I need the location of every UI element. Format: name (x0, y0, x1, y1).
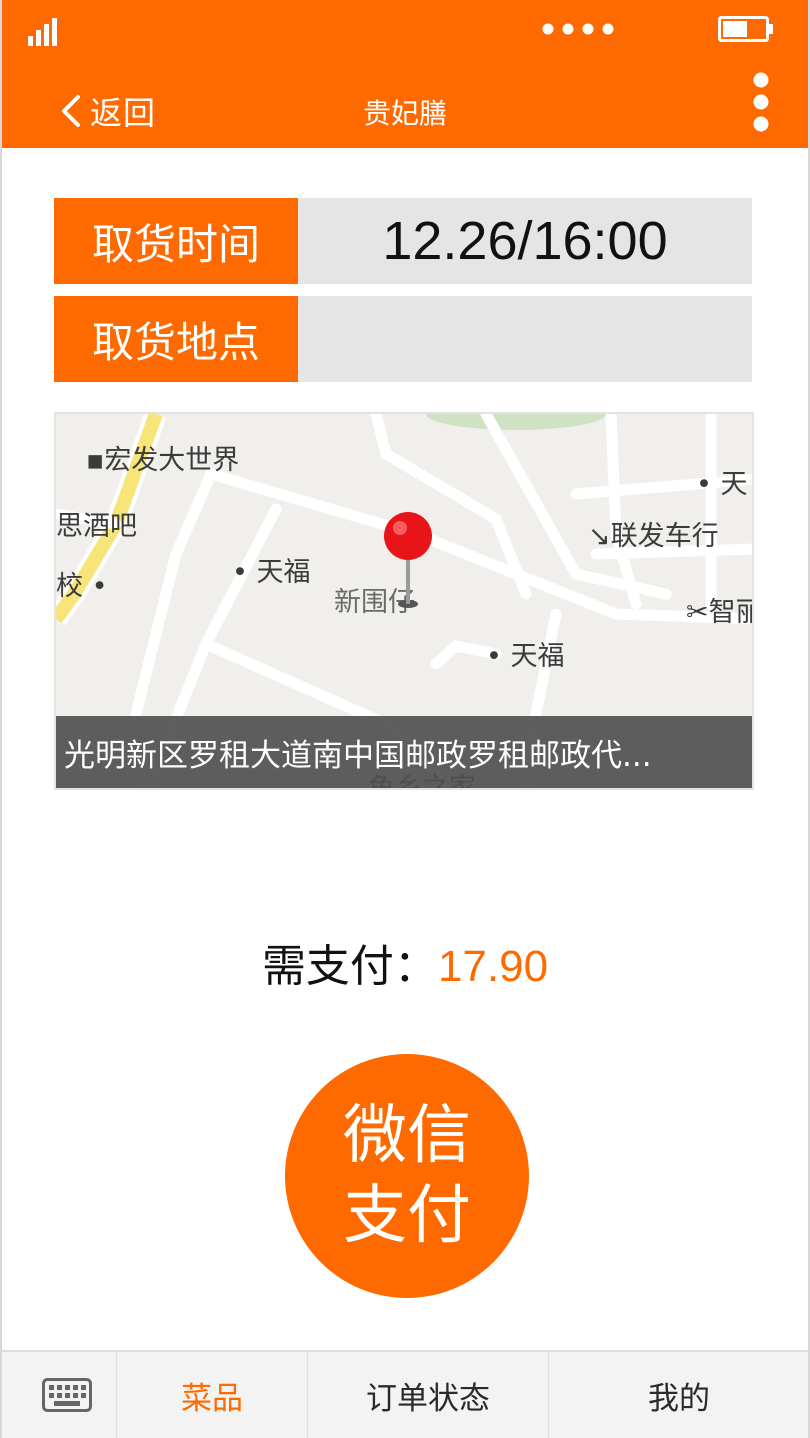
tab-order-status[interactable]: 订单状态 (308, 1352, 548, 1438)
map-poi-jiuba: 思酒吧 (56, 511, 137, 542)
battery-icon (718, 16, 773, 42)
payment-amount: 17.90 (437, 942, 549, 991)
carrier-dots-icon (542, 23, 614, 35)
map-poi-lianfa-text: 联发车行 (610, 521, 719, 552)
pickup-time-value[interactable]: 12.26/16:00 (298, 198, 752, 284)
map-poi-lianfa: ↘联发车行 (588, 521, 719, 552)
keyboard-icon[interactable] (42, 1378, 92, 1412)
map-poi-tianfu-1: • 天福 (232, 557, 311, 588)
wechat-pay-label: 微信 支付 (337, 1096, 477, 1256)
map-poi-tian: • 天 (696, 469, 748, 500)
wechat-pay-line2: 支付 (343, 1179, 471, 1253)
map-poi-jiao-text: 校 (56, 571, 83, 602)
wechat-pay-button[interactable]: 微信 支付 (285, 1054, 529, 1298)
pickup-map[interactable]: ▪宏发大世界 思酒吧 校 • • 天福 新围仔 • 天福 ↘联发车行 • 天 ✂… (54, 412, 754, 790)
map-poi-hongfa: ▪宏发大世界 (86, 445, 240, 476)
wechat-pay-line1: 微信 (343, 1099, 471, 1173)
signal-icon (28, 18, 57, 46)
pickup-place-row[interactable]: 取货地点 (54, 296, 752, 382)
map-poi-zhili: ✂智丽 (686, 590, 752, 629)
map-poi-zhili-text: 智丽 (708, 597, 752, 628)
pickup-place-label: 取货地点 (54, 296, 298, 382)
map-address-bar: 光明新区罗租大道南中国邮政罗租邮政代... (56, 716, 752, 788)
page-title: 贵妃膳 (362, 97, 447, 130)
tab-mine[interactable]: 我的 (549, 1352, 808, 1438)
phone-screen: 返回 贵妃膳 取货时间 12.26/16:00 取货地点 ▪宏发大世界 思酒吧 … (0, 0, 810, 1438)
payment-label: 需支付： (261, 941, 438, 992)
tab-dishes[interactable]: 菜品 (117, 1352, 307, 1438)
pickup-time-label: 取货时间 (54, 198, 298, 284)
map-poi-tianfu-2: • 天福 (486, 641, 565, 672)
app-header: 返回 贵妃膳 (2, 0, 808, 148)
more-vertical-icon[interactable] (746, 70, 776, 134)
map-poi-tianfu-1-text: 天福 (256, 557, 311, 588)
pickup-time-row[interactable]: 取货时间 12.26/16:00 (54, 198, 752, 284)
pickup-place-value[interactable] (298, 296, 752, 382)
map-pin-icon (384, 512, 432, 608)
map-poi-hongfa-text: 宏发大世界 (104, 445, 240, 476)
map-poi-tianfu-2-text: 天福 (510, 641, 565, 672)
map-poi-jiao: 校 • (56, 571, 108, 602)
payment-line: 需支付：17.90 (2, 930, 808, 994)
map-poi-tian-text: 天 (720, 469, 748, 500)
bottom-tab-bar: 菜品 订单状态 我的 (2, 1350, 808, 1438)
